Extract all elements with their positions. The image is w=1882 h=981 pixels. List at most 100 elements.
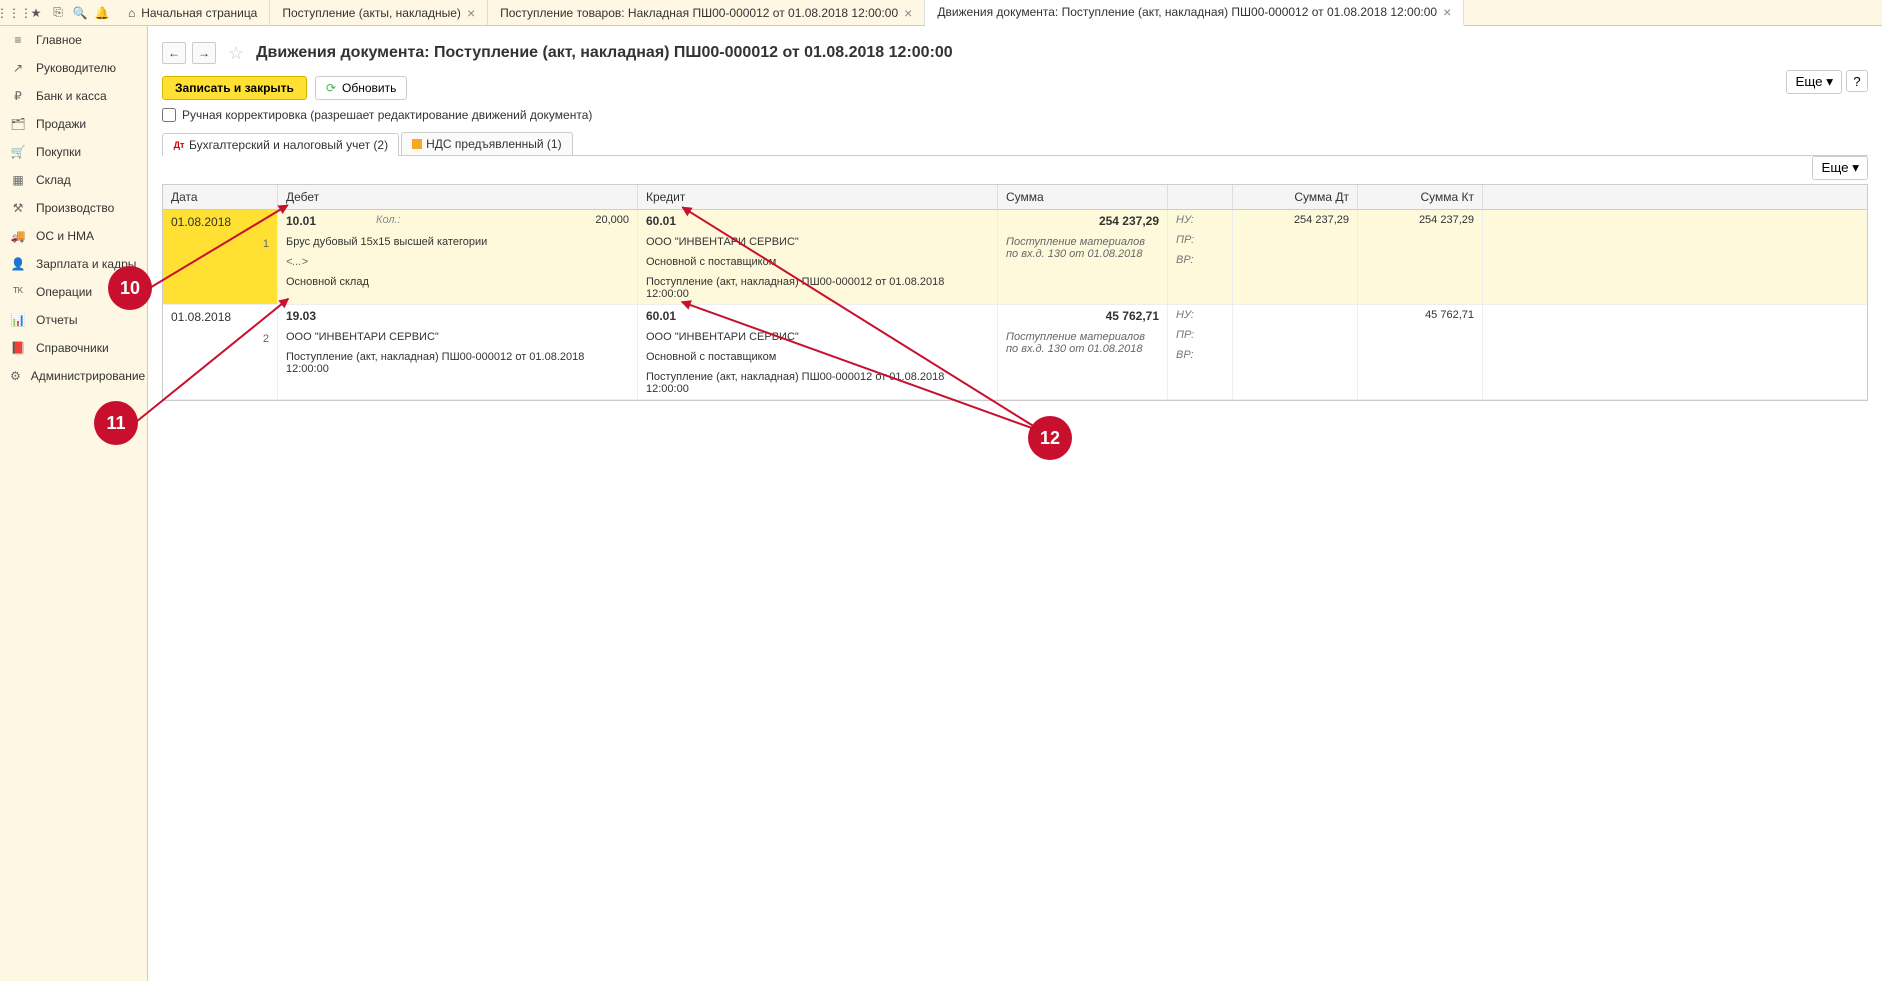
more-button-table[interactable]: Еще ▾ xyxy=(1812,156,1868,180)
sidebar-item-1[interactable]: ↗ Руководителю xyxy=(0,54,147,82)
cell-sum: 254 237,29Поступление материалов по вх.д… xyxy=(998,210,1168,304)
favorite-star-icon[interactable]: ☆ xyxy=(228,43,244,64)
sidebar-icon: 📊 xyxy=(10,312,26,328)
more-button-top[interactable]: Еще ▾ xyxy=(1786,70,1842,94)
sidebar-icon: 📕 xyxy=(10,340,26,356)
sidebar-icon: ≡ xyxy=(10,32,26,48)
nav-back-button[interactable]: ← xyxy=(162,42,186,64)
sidebar-item-3[interactable]: 🗂Продажи xyxy=(0,110,147,138)
help-button[interactable]: ? xyxy=(1846,70,1868,92)
page-title: Движения документа: Поступление (акт, на… xyxy=(256,44,953,62)
dtkt-icon: Дт xyxy=(173,139,185,151)
cell-sumdt xyxy=(1233,305,1358,399)
content: Еще ▾ ? ← → ☆ Движения документа: Поступ… xyxy=(148,26,1882,981)
cell-sum: 45 762,71Поступление материалов по вх.д.… xyxy=(998,305,1168,399)
sidebar-label: Покупки xyxy=(36,145,81,159)
col-debit[interactable]: Дебет xyxy=(278,185,638,209)
save-close-button[interactable]: Записать и закрыть xyxy=(162,76,307,100)
inner-tab-label: НДС предъявленный (1) xyxy=(426,137,561,151)
manual-correction-checkbox[interactable] xyxy=(162,108,176,122)
col-date[interactable]: Дата xyxy=(163,185,278,209)
pin-icon[interactable]: ⎘ xyxy=(50,5,66,21)
manual-correction-label: Ручная корректировка (разрешает редактир… xyxy=(182,108,592,122)
cell-debit: 10.01Кол.:20,000Брус дубовый 15x15 высше… xyxy=(278,210,638,304)
close-icon[interactable]: × xyxy=(904,5,912,21)
col-sum[interactable]: Сумма xyxy=(998,185,1168,209)
sidebar-icon: ↗ xyxy=(10,60,26,76)
cell-nu: НУ:ПР:ВР: xyxy=(1168,305,1233,399)
inner-tab-0[interactable]: Дт Бухгалтерский и налоговый учет (2) xyxy=(162,133,399,156)
bell-icon[interactable]: 🔔 xyxy=(94,5,110,21)
sidebar-item-7[interactable]: 🚚ОС и НМА xyxy=(0,222,147,250)
apps-icon[interactable]: ⋮⋮⋮ xyxy=(6,5,22,21)
annotation-12: 12 xyxy=(1028,416,1072,460)
manual-correction-row: Ручная корректировка (разрешает редактир… xyxy=(162,108,1868,122)
sidebar-item-4[interactable]: 🛒 Покупки xyxy=(0,138,147,166)
annotation-11: 11 xyxy=(94,401,138,445)
col-credit[interactable]: Кредит xyxy=(638,185,998,209)
tab-label: Поступление (акты, накладные) xyxy=(282,6,461,20)
inner-tab-label: Бухгалтерский и налоговый учет (2) xyxy=(189,138,388,152)
sidebar-icon: 🗂 xyxy=(10,116,26,132)
tab-label: Поступление товаров: Накладная ПШ00-0000… xyxy=(500,6,898,20)
sidebar-item-5[interactable]: ▦ Склад xyxy=(0,166,147,194)
cell-date: 01.08.20181 xyxy=(163,210,278,304)
sidebar-item-11[interactable]: 📕 Справочники xyxy=(0,334,147,362)
table-row[interactable]: 01.08.2018110.01Кол.:20,000Брус дубовый … xyxy=(163,210,1867,305)
sidebar-label: Главное xyxy=(36,33,82,47)
top-tab-1[interactable]: Поступление (акты, накладные) × xyxy=(270,0,488,25)
sidebar-label: Руководителю xyxy=(36,61,116,75)
top-toolbar: ⋮⋮⋮ ★ ⎘ 🔍 🔔 ⌂ Начальная страница Поступлен… xyxy=(0,0,1882,26)
sidebar-icon: ⚒ xyxy=(10,200,26,216)
tab-label: Начальная страница xyxy=(141,6,257,20)
sidebar-label: Операции xyxy=(36,285,92,299)
table-wrap: Еще ▾ Дата Дебет Кредит Сумма Сумма Дт С… xyxy=(162,184,1868,401)
nav-forward-button[interactable]: → xyxy=(192,42,216,64)
sidebar-item-0[interactable]: ≡ Главное xyxy=(0,26,147,54)
sidebar: ≡ Главное ↗ Руководителю ₽Банк и касса🗂Прода… xyxy=(0,26,148,981)
col-sumdt[interactable]: Сумма Дт xyxy=(1233,185,1358,209)
sidebar-label: Справочники xyxy=(36,341,109,355)
cell-nu: НУ:ПР:ВР: xyxy=(1168,210,1233,304)
col-nu[interactable] xyxy=(1168,185,1233,209)
table-row[interactable]: 01.08.2018219.03ООО "ИНВЕНТАРИ СЕРВИС"По… xyxy=(163,305,1867,400)
sidebar-label: ОС и НМА xyxy=(36,229,94,243)
sidebar-icon: ⚙ xyxy=(10,368,21,384)
cell-debit: 19.03ООО "ИНВЕНТАРИ СЕРВИС"Поступление (… xyxy=(278,305,638,399)
sidebar-label: Отчеты xyxy=(36,313,77,327)
vat-icon xyxy=(412,139,422,149)
inner-tab-1[interactable]: НДС предъявленный (1) xyxy=(401,132,572,155)
top-tab-2[interactable]: Поступление товаров: Накладная ПШ00-0000… xyxy=(488,0,925,25)
cell-sumkt: 45 762,71 xyxy=(1358,305,1483,399)
col-sumkt[interactable]: Сумма Кт xyxy=(1358,185,1483,209)
sidebar-item-6[interactable]: ⚒ Производство xyxy=(0,194,147,222)
sidebar-icon: 🛒 xyxy=(10,144,26,160)
cell-sumkt: 254 237,29 xyxy=(1358,210,1483,304)
grid-header: Дата Дебет Кредит Сумма Сумма Дт Сумма К… xyxy=(163,185,1867,210)
sidebar-label: Администрирование xyxy=(31,369,145,383)
close-icon[interactable]: × xyxy=(1443,4,1451,20)
sidebar-icon: 👤 xyxy=(10,256,26,272)
search-icon[interactable]: 🔍 xyxy=(72,5,88,21)
top-tabs: ⌂ Начальная страница Поступление (акты, на… xyxy=(116,0,1882,25)
sidebar-label: Производство xyxy=(36,201,114,215)
sidebar-item-10[interactable]: 📊 Отчеты xyxy=(0,306,147,334)
top-icon-bar: ⋮⋮⋮ ★ ⎘ 🔍 🔔 xyxy=(0,5,116,21)
header-row: ← → ☆ Движения документа: Поступление (а… xyxy=(162,42,1868,64)
annotation-10: 10 xyxy=(108,266,152,310)
sidebar-icon: ▦ xyxy=(10,172,26,188)
top-tab-0[interactable]: ⌂ Начальная страница xyxy=(116,0,270,25)
refresh-button[interactable]: ⟳ Обновить xyxy=(315,76,407,100)
top-tab-3[interactable]: Движения документа: Поступление (акт, на… xyxy=(925,0,1464,26)
movements-grid: Дата Дебет Кредит Сумма Сумма Дт Сумма К… xyxy=(162,184,1868,401)
star-icon[interactable]: ★ xyxy=(28,5,44,21)
sidebar-item-2[interactable]: ₽Банк и касса xyxy=(0,82,147,110)
sidebar-label: Склад xyxy=(36,173,71,187)
home-icon: ⌂ xyxy=(128,6,135,20)
close-icon[interactable]: × xyxy=(467,5,475,21)
inner-tabs: Дт Бухгалтерский и налоговый учет (2) НДС … xyxy=(162,132,1868,156)
sidebar-item-12[interactable]: ⚙ Администрирование xyxy=(0,362,147,390)
sidebar-icon: ₽ xyxy=(10,88,26,104)
cell-sumdt: 254 237,29 xyxy=(1233,210,1358,304)
action-bar: Записать и закрыть ⟳ Обновить xyxy=(162,76,1868,100)
